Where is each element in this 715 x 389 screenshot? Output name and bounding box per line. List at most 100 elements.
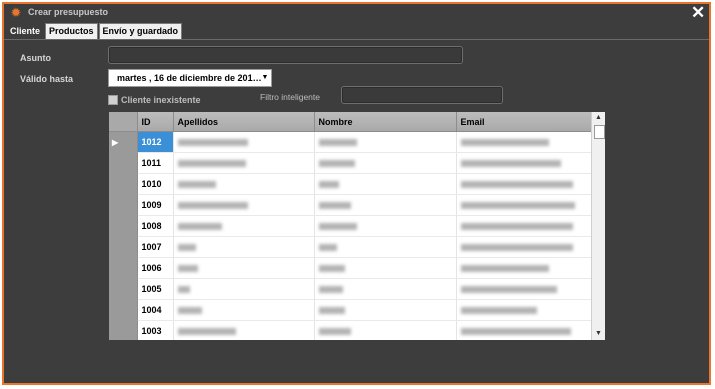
cell-nombre[interactable] — [314, 152, 457, 174]
cell-id[interactable]: 1011 — [137, 152, 174, 174]
row-header[interactable] — [109, 299, 138, 321]
cell-email[interactable] — [456, 131, 592, 153]
column-header-apellidos[interactable]: Apellidos — [173, 112, 315, 132]
cell-id[interactable]: 1010 — [137, 173, 174, 195]
filtro-inteligente-input[interactable] — [341, 86, 503, 104]
cell-apellidos[interactable] — [173, 320, 315, 340]
cell-apellidos[interactable] — [173, 152, 315, 174]
table-row[interactable]: 1004 — [109, 299, 592, 321]
crear-presupuesto-window: ✹ Crear presupuesto ✕ Cliente Productos … — [2, 2, 711, 385]
cell-apellidos[interactable] — [173, 236, 315, 258]
redacted-text — [318, 223, 357, 231]
table-scrollbar[interactable]: ▲ ▼ — [591, 112, 605, 340]
redacted-text — [318, 202, 351, 210]
cell-apellidos[interactable] — [173, 194, 315, 216]
cell-nombre[interactable] — [314, 194, 457, 216]
cell-id[interactable]: 1006 — [137, 257, 174, 279]
cell-email[interactable] — [456, 257, 592, 279]
chevron-down-icon[interactable]: ▼ — [261, 70, 269, 86]
cell-email[interactable] — [456, 215, 592, 237]
table-row[interactable]: 1009 — [109, 194, 592, 216]
cell-apellidos[interactable] — [173, 257, 315, 279]
redacted-text — [177, 160, 246, 168]
table-body: ▶ 1012 1011 1010 1009 1008 1007 1006 1005 1004 100… — [109, 131, 592, 340]
cell-email[interactable] — [456, 173, 592, 195]
valido-hasta-date-picker[interactable]: martes , 16 de diciembre de 201… ▼ — [108, 69, 272, 87]
redacted-text — [460, 202, 575, 210]
tab-divider — [4, 39, 709, 40]
cell-id[interactable]: 1005 — [137, 278, 174, 300]
redacted-text — [177, 265, 198, 273]
redacted-text — [318, 265, 345, 273]
table-row[interactable]: 1008 — [109, 215, 592, 237]
cell-nombre[interactable] — [314, 131, 457, 153]
column-header-email[interactable]: Email — [456, 112, 592, 132]
cliente-inexistente-label: Cliente inexistente — [121, 95, 201, 105]
redacted-text — [177, 223, 222, 231]
row-header[interactable] — [109, 152, 138, 174]
redacted-text — [460, 160, 561, 168]
cell-email[interactable] — [456, 278, 592, 300]
table-row[interactable]: 1005 — [109, 278, 592, 300]
scroll-thumb[interactable] — [594, 125, 605, 139]
redacted-text — [177, 307, 202, 315]
cell-email[interactable] — [456, 320, 592, 340]
cell-apellidos[interactable] — [173, 131, 315, 153]
table-row[interactable]: ▶ 1012 — [109, 131, 592, 153]
redacted-text — [177, 244, 196, 252]
cell-nombre[interactable] — [314, 299, 457, 321]
cell-apellidos[interactable] — [173, 173, 315, 195]
cell-nombre[interactable] — [314, 257, 457, 279]
redacted-text — [460, 223, 573, 231]
table-row[interactable]: 1011 — [109, 152, 592, 174]
row-header[interactable] — [109, 236, 138, 258]
scroll-up-arrow-icon[interactable]: ▲ — [592, 112, 605, 124]
redacted-text — [318, 139, 357, 147]
cell-apellidos[interactable] — [173, 215, 315, 237]
row-header[interactable] — [109, 257, 138, 279]
cell-email[interactable] — [456, 236, 592, 258]
cell-id[interactable]: 1012 — [137, 131, 174, 153]
redacted-text — [177, 181, 216, 189]
row-header-corner — [109, 112, 138, 132]
row-header[interactable] — [109, 215, 138, 237]
cell-id[interactable]: 1007 — [137, 236, 174, 258]
close-button[interactable]: ✕ — [691, 4, 705, 21]
table-row[interactable]: 1003 — [109, 320, 592, 340]
tab-cliente[interactable]: Cliente — [6, 23, 45, 40]
row-header[interactable] — [109, 320, 138, 340]
redacted-text — [318, 307, 345, 315]
cell-id[interactable]: 1004 — [137, 299, 174, 321]
cell-email[interactable] — [456, 194, 592, 216]
cell-id[interactable]: 1008 — [137, 215, 174, 237]
cell-nombre[interactable] — [314, 173, 457, 195]
cell-apellidos[interactable] — [173, 299, 315, 321]
table-row[interactable]: 1010 — [109, 173, 592, 195]
column-header-id[interactable]: ID — [137, 112, 174, 132]
table-row[interactable]: 1006 — [109, 257, 592, 279]
cell-nombre[interactable] — [314, 215, 457, 237]
cell-email[interactable] — [456, 299, 592, 321]
table-header-row: ID Apellidos Nombre Email — [109, 112, 592, 132]
row-header[interactable] — [109, 173, 138, 195]
cell-id[interactable]: 1009 — [137, 194, 174, 216]
asunto-input[interactable] — [108, 46, 463, 64]
column-header-nombre[interactable]: Nombre — [314, 112, 457, 132]
redacted-text — [460, 265, 549, 273]
scroll-down-arrow-icon[interactable]: ▼ — [592, 328, 605, 340]
row-header[interactable] — [109, 194, 138, 216]
row-header[interactable] — [109, 278, 138, 300]
row-selector-arrow-icon[interactable]: ▶ — [109, 131, 138, 153]
cell-nombre[interactable] — [314, 320, 457, 340]
redacted-text — [318, 286, 343, 294]
cell-nombre[interactable] — [314, 278, 457, 300]
cell-nombre[interactable] — [314, 236, 457, 258]
cell-id[interactable]: 1003 — [137, 320, 174, 340]
tab-productos[interactable]: Productos — [45, 23, 98, 40]
cell-apellidos[interactable] — [173, 278, 315, 300]
table-row[interactable]: 1007 — [109, 236, 592, 258]
cliente-inexistente-checkbox[interactable] — [108, 95, 118, 105]
cell-email[interactable] — [456, 152, 592, 174]
redacted-text — [177, 139, 248, 147]
tab-envio-guardado[interactable]: Envío y guardado — [98, 23, 183, 40]
